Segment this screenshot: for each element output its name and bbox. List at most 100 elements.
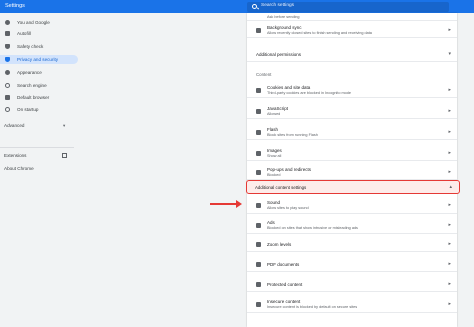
row-additional-permissions[interactable]: Additional permissions ▾ (247, 48, 457, 62)
external-link-icon[interactable] (62, 153, 67, 158)
sidebar-divider (0, 147, 74, 148)
chevron-right-icon: ▸ (448, 108, 451, 114)
sidebar-item-label: Safety check (17, 44, 44, 49)
row-protected-content[interactable]: Protected content ▸ (247, 277, 457, 292)
zoom-icon (256, 242, 261, 247)
pdf-icon (256, 262, 261, 267)
row-subtitle: Third-party cookies are blocked in Incog… (267, 91, 351, 95)
row-subtitle: Allowed (267, 112, 281, 116)
row-subtitle: Blocked on sites that show intrusive or … (267, 226, 358, 230)
chevron-right-icon: ▸ (448, 261, 451, 267)
app-title: Settings (5, 2, 25, 9)
cookie-icon (256, 87, 261, 93)
row-popups[interactable]: Pop-ups and redirects Blocked ▸ (247, 164, 457, 180)
partial-row[interactable]: Ask before sending (247, 13, 457, 21)
shield-icon (5, 57, 10, 62)
protected-content-icon (256, 282, 261, 287)
row-subtitle: Insecure content is blocked by default o… (267, 305, 358, 309)
sidebar-item-privacy-and-security[interactable]: Privacy and security (0, 55, 78, 64)
search-placeholder: Search settings (261, 3, 295, 9)
sidebar-item-label: You and Google (17, 20, 50, 25)
code-icon (256, 108, 261, 114)
chevron-right-icon: ▸ (448, 202, 451, 208)
puzzle-icon (256, 129, 261, 135)
sidebar-about-chrome[interactable]: About Chrome (4, 166, 34, 171)
row-subtitle: Ask before sending (267, 15, 300, 19)
section-heading-content: Content (256, 72, 272, 77)
row-title: Additional content settings (255, 184, 307, 190)
chevron-right-icon: ▸ (448, 87, 451, 93)
sidebar-item-appearance[interactable]: Appearance (0, 68, 90, 77)
popup-icon (256, 169, 261, 175)
chevron-down-icon: ▾ (448, 51, 451, 57)
chevron-right-icon: ▸ (448, 222, 451, 228)
sidebar-item-default-browser[interactable]: Default browser (0, 93, 90, 102)
search-icon (252, 3, 257, 9)
row-flash[interactable]: Flash Block sites from running Flash ▸ (247, 124, 457, 140)
row-title: Cookies and site data (267, 85, 311, 90)
settings-panel: Ask before sending Background sync Allow… (247, 13, 457, 327)
row-javascript[interactable]: JavaScript Allowed ▸ (247, 103, 457, 119)
autofill-icon (5, 31, 10, 36)
sidebar-item-label: Autofill (17, 31, 31, 36)
chevron-right-icon: ▸ (448, 129, 451, 135)
row-insecure-content[interactable]: Insecure content Insecure content is blo… (247, 296, 457, 313)
image-icon (256, 150, 261, 156)
ads-icon (256, 222, 261, 228)
sync-icon (256, 28, 261, 33)
row-background-sync[interactable]: Background sync Allow recently closed si… (247, 22, 457, 38)
sidebar-item-label: Search engine (17, 83, 47, 88)
palette-icon (5, 70, 10, 75)
chevron-right-icon: ▸ (448, 301, 451, 307)
chevron-up-icon[interactable]: ▴ (449, 184, 452, 190)
row-subtitle: Show all (267, 154, 282, 158)
sidebar-advanced[interactable]: Advanced (4, 123, 24, 128)
browser-icon (5, 95, 10, 100)
sidebar-item-autofill[interactable]: Autofill (0, 29, 90, 38)
row-zoom-levels[interactable]: Zoom levels ▸ (247, 237, 457, 252)
chevron-right-icon: ▸ (448, 169, 451, 175)
sidebar-item-search-engine[interactable]: Search engine (0, 81, 90, 90)
row-ads[interactable]: Ads Blocked on sites that show intrusive… (247, 217, 457, 234)
sidebar: You and Google Autofill Safety check Pri… (0, 13, 90, 327)
chevron-right-icon: ▸ (448, 281, 451, 287)
shield-check-icon (5, 44, 10, 49)
sidebar-extensions[interactable]: Extensions (4, 153, 26, 158)
sidebar-item-on-startup[interactable]: On startup (0, 105, 90, 114)
person-icon (5, 20, 10, 25)
row-title: JavaScript (267, 106, 289, 111)
power-icon (5, 107, 10, 112)
row-title: Pop-ups and redirects (267, 167, 312, 172)
row-subtitle: Allow sites to play sound (267, 206, 309, 210)
sidebar-item-label: Default browser (17, 95, 50, 100)
chevron-down-icon[interactable]: ▾ (63, 123, 65, 129)
additional-content-settings-row[interactable]: Additional content settings ▴ (246, 180, 460, 194)
row-title: Insecure content (267, 299, 301, 304)
row-sound[interactable]: Sound Allow sites to play sound ▸ (247, 197, 457, 214)
speaker-icon (256, 202, 261, 208)
search-icon (5, 83, 10, 88)
chevron-right-icon: ▸ (448, 27, 451, 33)
row-title: Ads (267, 220, 275, 225)
sidebar-item-label: Appearance (17, 70, 42, 75)
row-pdf-documents[interactable]: PDF documents ▸ (247, 257, 457, 272)
sidebar-item-label: Privacy and security (17, 57, 59, 62)
row-title: Background sync (267, 25, 302, 30)
row-subtitle: Allow recently closed sites to finish se… (267, 31, 372, 35)
row-title: Protected content (267, 282, 303, 287)
warning-icon (256, 301, 261, 307)
sidebar-item-you-and-google[interactable]: You and Google (0, 18, 90, 27)
sidebar-item-safety-check[interactable]: Safety check (0, 42, 90, 51)
row-subtitle: Blocked (267, 173, 281, 177)
sidebar-item-label: On startup (17, 107, 39, 112)
row-title: Sound (267, 200, 281, 205)
row-cookies[interactable]: Cookies and site data Third-party cookie… (247, 82, 457, 98)
top-bar: Settings Search settings (0, 0, 474, 13)
row-title: Additional permissions (256, 52, 302, 57)
row-title: Zoom levels (267, 242, 292, 247)
row-title: Images (267, 148, 282, 153)
row-title: Flash (267, 127, 279, 132)
search-box[interactable]: Search settings (247, 1, 449, 12)
row-images[interactable]: Images Show all ▸ (247, 145, 457, 161)
red-arrow-icon (236, 200, 242, 208)
